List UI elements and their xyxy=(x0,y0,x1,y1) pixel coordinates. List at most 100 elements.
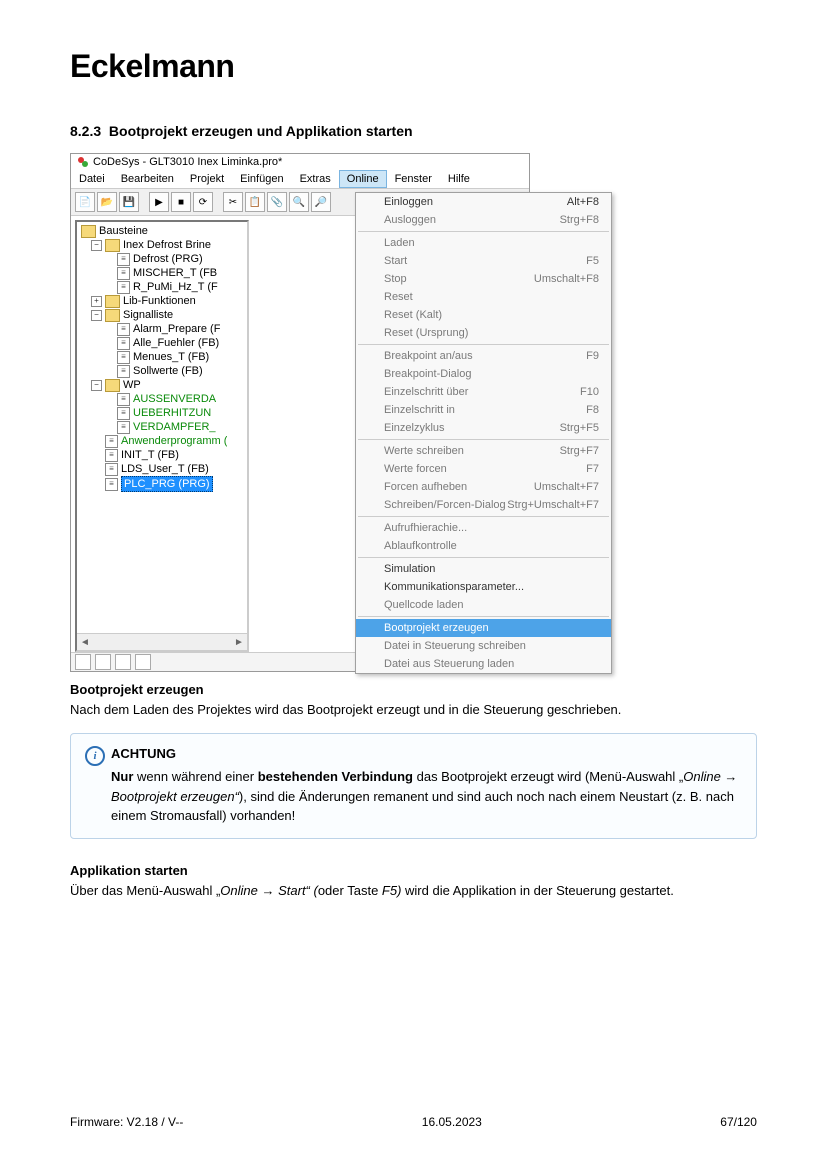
page: Eckelmann 8.2.3 Bootprojekt erzeugen und… xyxy=(0,0,827,900)
toolbar-button[interactable]: 💾 xyxy=(119,192,139,212)
tree-node-label: MISCHER_T (FB xyxy=(133,266,217,280)
menu-item-label: Werte schreiben xyxy=(384,445,464,457)
menu-item-label: Aufrufhierachie... xyxy=(384,522,467,534)
menu-item: Reset (Kalt) xyxy=(356,306,611,324)
menu-datei[interactable]: Datei xyxy=(71,170,113,188)
status-tab-icon[interactable] xyxy=(115,654,131,670)
toolbar-button[interactable]: 🔍 xyxy=(289,192,309,212)
tree-node[interactable]: ≡Anwenderprogramm ( xyxy=(79,434,247,448)
menu-item: Breakpoint-Dialog xyxy=(356,365,611,383)
menu-item-label: Ausloggen xyxy=(384,214,436,226)
toolbar-button[interactable]: ✂ xyxy=(223,192,243,212)
document-icon: ≡ xyxy=(105,449,118,462)
document-icon: ≡ xyxy=(117,253,130,266)
menu-item-shortcut: Strg+Umschalt+F7 xyxy=(507,499,599,511)
status-tab-icon[interactable] xyxy=(135,654,151,670)
menu-item-label: Stop xyxy=(384,273,407,285)
scroll-left-icon[interactable]: ◄ xyxy=(77,637,93,648)
toolbar-button[interactable]: 📂 xyxy=(97,192,117,212)
tree-node-label: LDS_User_T (FB) xyxy=(121,462,209,476)
menu-online[interactable]: Online xyxy=(339,170,387,188)
menu-hilfe[interactable]: Hilfe xyxy=(440,170,478,188)
toolbar-button[interactable]: 🔎 xyxy=(311,192,331,212)
tree-expand-icon[interactable]: − xyxy=(91,310,102,321)
tree-node-label: Lib-Funktionen xyxy=(123,294,196,308)
tree-node[interactable]: + Lib-Funktionen xyxy=(79,294,247,308)
paragraph-italic: Online → Start“ ( xyxy=(220,883,318,898)
tree-node-label: PLC_PRG (PRG) xyxy=(121,476,213,492)
menu-item-label: Schreiben/Forcen-Dialog xyxy=(384,499,506,511)
online-menu-dropdown: EinloggenAlt+F8AusloggenStrg+F8LadenStar… xyxy=(355,192,612,674)
toolbar-button[interactable]: 📋 xyxy=(245,192,265,212)
menu-item[interactable]: Simulation xyxy=(356,560,611,578)
tree-node[interactable]: ≡Sollwerte (FB) xyxy=(79,364,247,378)
tree-expand-icon[interactable]: − xyxy=(91,380,102,391)
toolbar-button[interactable]: ▶ xyxy=(149,192,169,212)
menu-item[interactable]: Bootprojekt erzeugen xyxy=(356,619,611,637)
tree-expand-icon[interactable]: + xyxy=(91,296,102,307)
tree-node[interactable]: ≡MISCHER_T (FB xyxy=(79,266,247,280)
tree-node[interactable]: ≡PLC_PRG (PRG) xyxy=(79,476,247,492)
tree-node[interactable]: ≡LDS_User_T (FB) xyxy=(79,462,247,476)
document-icon: ≡ xyxy=(117,267,130,280)
tree-node[interactable]: ≡Defrost (PRG) xyxy=(79,252,247,266)
folder-icon xyxy=(105,309,120,322)
menu-separator xyxy=(358,344,609,345)
document-icon: ≡ xyxy=(117,323,130,336)
menu-item-label: Breakpoint-Dialog xyxy=(384,368,471,380)
tree-node[interactable]: ≡UEBERHITZUN xyxy=(79,406,247,420)
menu-item: Breakpoint an/ausF9 xyxy=(356,347,611,365)
menu-einfuegen[interactable]: Einfügen xyxy=(232,170,291,188)
document-icon: ≡ xyxy=(105,478,118,491)
tree-node[interactable]: ≡VERDAMPFER_ xyxy=(79,420,247,434)
document-icon: ≡ xyxy=(117,365,130,378)
tree-node-label: Alle_Fuehler (FB) xyxy=(133,336,219,350)
tree-node[interactable]: ≡Alarm_Prepare (F xyxy=(79,322,247,336)
toolbar-button[interactable]: ⟳ xyxy=(193,192,213,212)
tree-expand-icon[interactable]: − xyxy=(91,240,102,251)
toolbar-button[interactable]: ■ xyxy=(171,192,191,212)
menu-item: EinzelzyklusStrg+F5 xyxy=(356,419,611,437)
menu-item-label: Forcen aufheben xyxy=(384,481,467,493)
tree-node[interactable]: −Inex Defrost Brine xyxy=(79,238,247,252)
status-tab-icon[interactable] xyxy=(95,654,111,670)
window-title: CoDeSys - GLT3010 Inex Liminka.pro* xyxy=(93,156,282,168)
paragraph-text: Über das Menü-Auswahl „ xyxy=(70,883,220,898)
menu-item-label: Kommunikationsparameter... xyxy=(384,581,524,593)
scroll-right-icon[interactable]: ► xyxy=(231,637,247,648)
tree-node-label: Sollwerte (FB) xyxy=(133,364,203,378)
tree-node[interactable]: ≡R_PuMi_Hz_T (F xyxy=(79,280,247,294)
menu-item[interactable]: Kommunikationsparameter... xyxy=(356,578,611,596)
toolbar-button[interactable]: 📎 xyxy=(267,192,287,212)
tree-node[interactable]: ≡INIT_T (FB) xyxy=(79,448,247,462)
tree-root: Bausteine xyxy=(99,224,148,238)
paragraph-text: wird die Applikation in der Steuerung ge… xyxy=(401,883,673,898)
section-heading: 8.2.3 Bootprojekt erzeugen und Applikati… xyxy=(70,123,757,139)
menu-bearbeiten[interactable]: Bearbeiten xyxy=(113,170,182,188)
menu-fenster[interactable]: Fenster xyxy=(387,170,440,188)
tree-node[interactable]: ≡AUSSENVERDA xyxy=(79,392,247,406)
tree-node-label: AUSSENVERDA xyxy=(133,392,216,406)
toolbar-button[interactable]: 📄 xyxy=(75,192,95,212)
tree-node-label: Alarm_Prepare (F xyxy=(133,322,220,336)
menu-item-label: Reset xyxy=(384,291,413,303)
menu-extras[interactable]: Extras xyxy=(292,170,339,188)
tree-node[interactable]: −WP xyxy=(79,378,247,392)
menu-item: Quellcode laden xyxy=(356,596,611,614)
tree-node[interactable]: ≡Menues_T (FB) xyxy=(79,350,247,364)
menu-item-label: Datei aus Steuerung laden xyxy=(384,658,514,670)
horizontal-scrollbar[interactable]: ◄ ► xyxy=(77,633,247,650)
menu-separator xyxy=(358,557,609,558)
menu-item-label: Start xyxy=(384,255,407,267)
menu-item: Schreiben/Forcen-DialogStrg+Umschalt+F7 xyxy=(356,496,611,514)
document-icon: ≡ xyxy=(117,393,130,406)
menu-item: Datei in Steuerung schreiben xyxy=(356,637,611,655)
status-tab-icon[interactable] xyxy=(75,654,91,670)
menu-projekt[interactable]: Projekt xyxy=(182,170,232,188)
tree-node[interactable]: ≡Alle_Fuehler (FB) xyxy=(79,336,247,350)
paragraph-text: oder Taste xyxy=(318,883,382,898)
tree-node[interactable]: −Signalliste xyxy=(79,308,247,322)
app-icon xyxy=(77,156,89,168)
project-tree[interactable]: Bausteine −Inex Defrost Brine≡Defrost (P… xyxy=(75,220,249,652)
menu-item[interactable]: EinloggenAlt+F8 xyxy=(356,193,611,211)
